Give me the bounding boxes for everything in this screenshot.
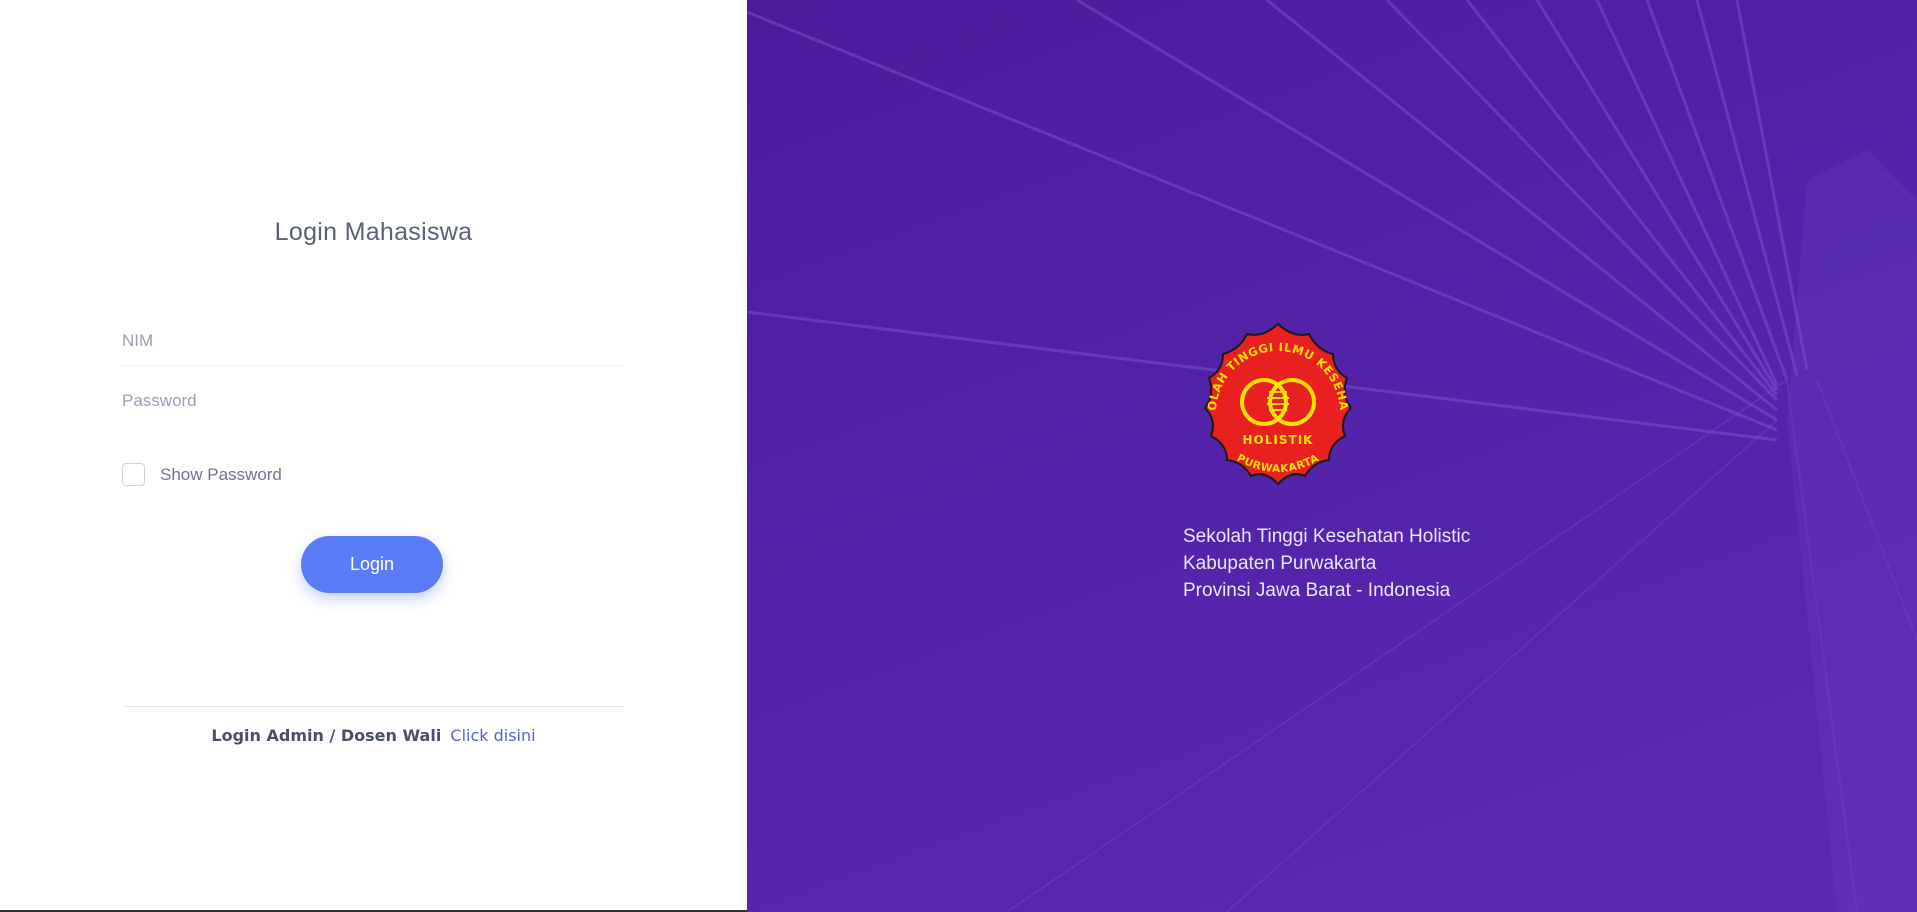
institution-address: Sekolah Tinggi Kesehatan Holistic Kabupa…	[1183, 523, 1470, 604]
footer-admin-login: Login Admin / Dosen Wali Click disini	[0, 726, 747, 745]
page-title: Login Mahasiswa	[274, 218, 473, 246]
password-field[interactable]	[122, 376, 624, 426]
address-line: Sekolah Tinggi Kesehatan Holistic	[1183, 526, 1471, 547]
footer-divider	[122, 706, 624, 707]
footer-text: Login Admin / Dosen Wali	[211, 726, 442, 745]
show-password-label: Show Password	[160, 464, 282, 484]
address-line: Provinsi Jawa Barat - Indonesia	[1183, 580, 1451, 601]
nim-field[interactable]	[122, 316, 624, 366]
login-panel: Login Mahasiswa Show Password Login Logi…	[0, 0, 747, 912]
admin-login-link[interactable]: Click disini	[450, 726, 535, 745]
address-line: Kabupaten Purwakarta	[1183, 553, 1377, 574]
show-password-toggle[interactable]: Show Password	[122, 463, 282, 486]
branding-panel: SEKOLAH TINGGI ILMU KESEHATAN HOLISTIK P…	[747, 0, 1917, 912]
school-seal-logo-icon: SEKOLAH TINGGI ILMU KESEHATAN HOLISTIK P…	[1183, 308, 1353, 486]
login-button[interactable]: Login	[301, 536, 443, 593]
nim-input[interactable]	[122, 316, 624, 365]
password-input[interactable]	[122, 376, 624, 426]
show-password-checkbox[interactable]	[122, 463, 145, 486]
svg-text:HOLISTIK: HOLISTIK	[1243, 433, 1314, 447]
